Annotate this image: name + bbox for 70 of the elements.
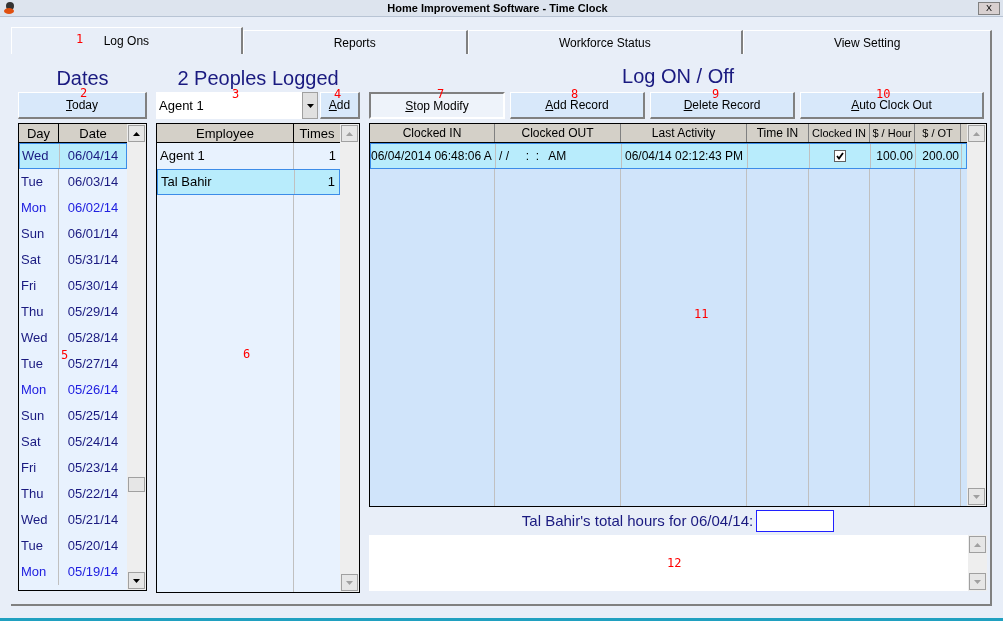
day-text[interactable]: Thu — [21, 302, 44, 322]
employee-cell: Tal Bahir — [158, 170, 295, 194]
window-title: Home Improvement Software - Time Clock — [386, 0, 609, 16]
callout-number: 12 — [667, 557, 682, 569]
day-text[interactable]: Wed — [21, 328, 48, 348]
record-row[interactable]: 06/04/2014 06:48:06 A / / : : AM 06/04/14 02:12:43 PM 100.00 200.00 — [370, 143, 967, 169]
column-header: $ / Hour — [870, 124, 915, 142]
close-button[interactable]: X — [978, 1, 1000, 15]
column-header: $ / OT — [915, 124, 961, 142]
day-text[interactable]: Mon — [21, 198, 47, 218]
column-header: Date — [78, 125, 108, 142]
tab[interactable]: Workforce Status — [467, 30, 744, 54]
date-text[interactable]: 06/01/14 — [67, 224, 119, 244]
day-text[interactable]: Fri — [21, 458, 37, 478]
clocked-out-cell: / / : : AM — [496, 144, 622, 168]
date-text[interactable]: 06/03/14 — [67, 172, 119, 192]
callout-number: 11 — [694, 308, 709, 320]
column-header: Time IN — [747, 124, 809, 142]
callout-number: 6 — [243, 348, 251, 360]
date-text[interactable]: 05/25/14 — [67, 406, 119, 426]
callout-number: 1 — [76, 33, 84, 45]
column-header: Clocked IN — [809, 124, 870, 142]
day-text[interactable]: Wed — [22, 146, 49, 166]
column-header: Last Activity — [621, 124, 747, 142]
people-heading: 2 Peoples Logged — [176, 66, 340, 89]
day-text[interactable]: Sat — [21, 250, 41, 270]
date-text[interactable]: 05/30/14 — [67, 276, 119, 296]
day-text[interactable]: Tue — [21, 536, 43, 556]
column-header: Employee — [157, 124, 294, 142]
date-text[interactable]: 05/22/14 — [67, 484, 119, 504]
times-cell-text: 1 — [326, 173, 336, 192]
select-value: Agent 1 — [158, 98, 204, 114]
tab[interactable]: View Setting — [743, 30, 992, 54]
day-text[interactable]: Thu — [21, 484, 44, 504]
day-text[interactable]: Sat — [21, 432, 41, 452]
day-text[interactable]: Sun — [21, 406, 45, 426]
employee-row[interactable]: Tal Bahir 1 — [157, 169, 340, 195]
column-header: Clocked OUT — [495, 124, 621, 142]
date-text[interactable]: 06/04/14 — [67, 146, 119, 166]
total-hours-label: Tal Bahir's total hours for 06/04/14: — [521, 510, 754, 531]
date-text[interactable]: 05/29/14 — [67, 302, 119, 322]
date-text[interactable]: 05/26/14 — [67, 380, 119, 400]
day-text[interactable]: Tue — [21, 354, 43, 374]
date-text[interactable]: 05/28/14 — [67, 328, 119, 348]
day-text[interactable]: Mon — [21, 380, 47, 400]
date-text[interactable]: 05/23/14 — [67, 458, 119, 478]
day-text[interactable]: Fri — [21, 276, 37, 296]
callout-number: 5 — [61, 349, 69, 361]
day-text[interactable]: Sun — [21, 224, 45, 244]
date-text[interactable]: 05/31/14 — [67, 250, 119, 270]
clocked-in-cell: 06/04/2014 06:48:06 A — [371, 144, 496, 168]
times-cell-text: 1 — [327, 147, 337, 166]
date-text[interactable]: 05/19/14 — [67, 562, 119, 582]
last-activity-cell: 06/04/14 02:12:43 PM — [622, 144, 748, 168]
day-text[interactable]: Wed — [21, 510, 48, 530]
day-text[interactable]: Tue — [21, 172, 43, 192]
column-header: Times — [298, 125, 336, 142]
column-header: Clocked IN — [370, 124, 495, 142]
date-text[interactable]: 05/24/14 — [67, 432, 119, 452]
rate-cell: 100.00 — [871, 144, 916, 168]
overtime-rate-cell: 200.00 — [916, 144, 962, 168]
date-text[interactable]: 05/21/14 — [67, 510, 119, 530]
day-text[interactable]: Mon — [21, 562, 47, 582]
log-heading: Log ON / Off — [622, 66, 734, 86]
column-header: Day — [19, 124, 59, 142]
date-text[interactable]: 05/20/14 — [67, 536, 119, 556]
dates-heading: Dates — [55, 66, 110, 89]
tab[interactable]: Reports — [242, 30, 468, 54]
date-text[interactable]: 06/02/14 — [67, 198, 119, 218]
date-text[interactable]: 05/27/14 — [67, 354, 119, 374]
